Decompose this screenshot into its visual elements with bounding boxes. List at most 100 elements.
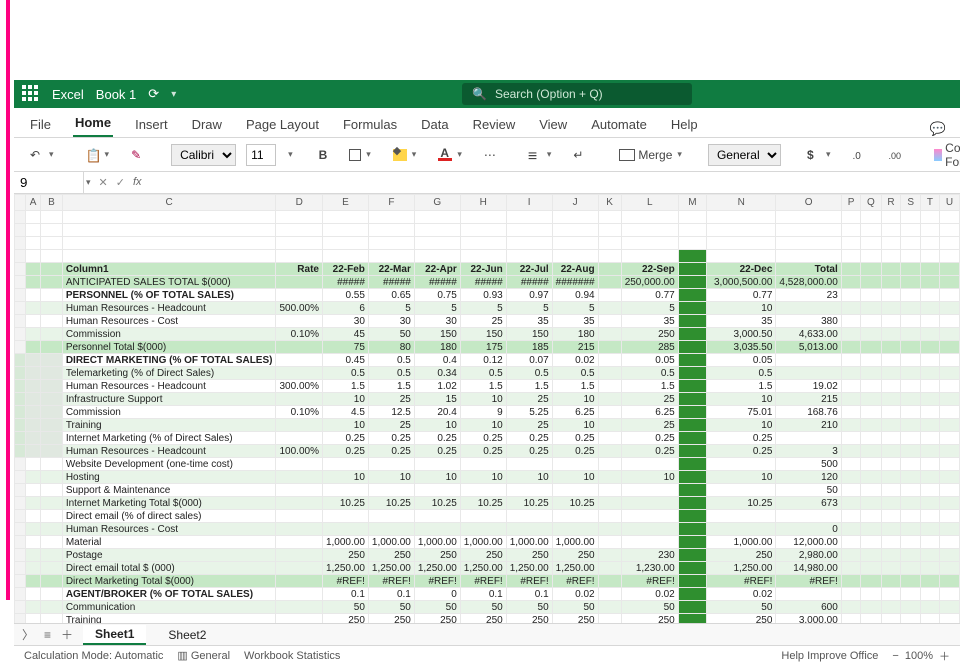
font-size-caret-icon[interactable]: ▾ (288, 149, 293, 160)
cell[interactable]: 50 (368, 328, 414, 341)
tab-view[interactable]: View (537, 111, 569, 137)
cell[interactable]: 0.25 (506, 432, 552, 445)
cell[interactable]: 0.10% (276, 328, 322, 341)
cell[interactable]: 0.25 (414, 445, 460, 458)
cell[interactable] (678, 588, 706, 601)
cell[interactable]: 5,013.00 (776, 341, 841, 354)
cell[interactable]: 0.5 (460, 367, 506, 380)
cell[interactable] (276, 393, 322, 406)
cell[interactable]: 10.25 (506, 497, 552, 510)
layout-mode-label[interactable]: ▥ General (177, 649, 230, 662)
cell[interactable]: 0.55 (322, 289, 368, 302)
cell[interactable] (460, 510, 506, 523)
cell[interactable] (678, 393, 706, 406)
cell[interactable]: ####### (552, 276, 598, 289)
cell[interactable] (678, 445, 706, 458)
cell[interactable]: 14,980.00 (776, 562, 841, 575)
cell[interactable] (598, 302, 621, 315)
cell[interactable] (368, 510, 414, 523)
col-header-Q[interactable]: Q (861, 195, 881, 211)
cell[interactable] (598, 406, 621, 419)
cell[interactable] (598, 445, 621, 458)
cell[interactable]: 250 (506, 549, 552, 562)
cell[interactable]: 1,250.00 (552, 562, 598, 575)
cell[interactable]: 0.07 (506, 354, 552, 367)
cell[interactable]: 250 (368, 549, 414, 562)
cell[interactable] (598, 484, 621, 497)
cell[interactable] (621, 523, 678, 536)
cell[interactable]: 1.02 (414, 380, 460, 393)
row-label[interactable]: Training (62, 419, 276, 432)
cell[interactable]: 0.1 (322, 588, 368, 601)
cell[interactable] (552, 484, 598, 497)
format-painter-button[interactable] (125, 144, 151, 166)
cell[interactable] (414, 523, 460, 536)
cell[interactable] (621, 458, 678, 471)
cell[interactable]: 0.02 (621, 588, 678, 601)
cell[interactable]: #REF! (460, 575, 506, 588)
cell[interactable] (598, 510, 621, 523)
cell[interactable] (678, 315, 706, 328)
row-label[interactable]: Commission (62, 328, 276, 341)
cell[interactable]: 0.5 (552, 367, 598, 380)
cell[interactable]: 0.75 (414, 289, 460, 302)
cell[interactable]: 50 (776, 484, 841, 497)
cell[interactable] (460, 458, 506, 471)
cell[interactable]: 0.1 (460, 588, 506, 601)
cell[interactable]: 230 (621, 549, 678, 562)
cell[interactable] (678, 562, 706, 575)
cell[interactable]: 1,000.00 (368, 536, 414, 549)
cell[interactable]: 285 (621, 341, 678, 354)
cell[interactable]: 10 (552, 471, 598, 484)
currency-button[interactable]: ▾ (801, 144, 837, 166)
cell[interactable] (506, 250, 552, 263)
cell[interactable]: 10.25 (460, 497, 506, 510)
worksheet-grid[interactable]: ABCDEFGHIJKLMNOPQRSTUColumn1Rate22-Feb22… (14, 194, 960, 623)
row-label[interactable]: Direct email total $ (000) (62, 562, 276, 575)
cell[interactable]: 25 (368, 393, 414, 406)
cell[interactable] (621, 497, 678, 510)
row-label[interactable]: Column1 (62, 263, 276, 276)
cell[interactable] (276, 276, 322, 289)
row-header[interactable] (15, 471, 26, 484)
row-header[interactable] (15, 224, 26, 237)
cell[interactable] (621, 484, 678, 497)
cell[interactable]: 0.12 (460, 354, 506, 367)
merge-button[interactable]: Merge▾ (613, 144, 688, 166)
paste-button[interactable]: ▾ (80, 144, 116, 166)
cell[interactable] (276, 432, 322, 445)
cell[interactable] (598, 549, 621, 562)
cell[interactable]: 35 (552, 315, 598, 328)
cell[interactable]: 50 (322, 601, 368, 614)
cell[interactable]: 12.5 (368, 406, 414, 419)
cell[interactable] (322, 510, 368, 523)
cell[interactable]: 1,000.00 (414, 536, 460, 549)
cell[interactable]: 22-Sep (621, 263, 678, 276)
cell[interactable] (506, 523, 552, 536)
cell[interactable] (678, 367, 706, 380)
col-header-R[interactable]: R (881, 195, 901, 211)
cell[interactable]: 600 (776, 601, 841, 614)
cell[interactable]: 10 (552, 393, 598, 406)
cell[interactable] (707, 458, 776, 471)
cell[interactable] (598, 432, 621, 445)
cell[interactable]: 500.00% (276, 302, 322, 315)
cell[interactable] (621, 510, 678, 523)
cell[interactable]: 150 (460, 328, 506, 341)
row-label[interactable]: Human Resources - Cost (62, 523, 276, 536)
name-box[interactable] (14, 172, 84, 193)
row-label[interactable]: Human Resources - Headcount (62, 445, 276, 458)
row-label[interactable]: Internet Marketing (% of Direct Sales) (62, 432, 276, 445)
cell[interactable] (322, 523, 368, 536)
cell[interactable]: 0.25 (621, 432, 678, 445)
cell[interactable] (598, 263, 621, 276)
cell[interactable]: 673 (776, 497, 841, 510)
cell[interactable] (598, 614, 621, 624)
cell[interactable] (776, 354, 841, 367)
zoom-control[interactable]: − 100% ＋ (892, 648, 950, 664)
cell[interactable] (276, 562, 322, 575)
bold-button[interactable]: B (313, 144, 334, 166)
cell[interactable] (276, 510, 322, 523)
cell[interactable] (276, 354, 322, 367)
cell[interactable] (276, 458, 322, 471)
